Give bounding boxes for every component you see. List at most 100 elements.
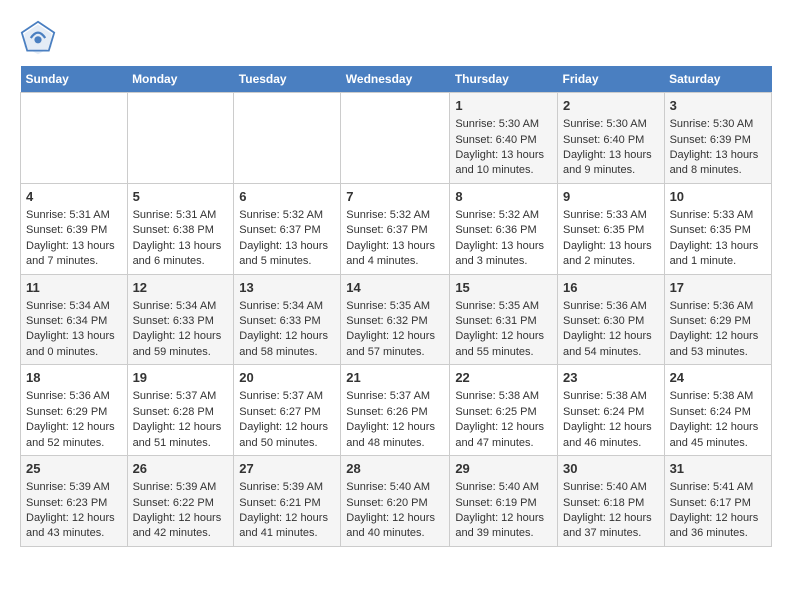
day-number: 25: [26, 460, 122, 478]
week-row-2: 4Sunrise: 5:31 AMSunset: 6:39 PMDaylight…: [21, 183, 772, 274]
cell-content: Sunrise: 5:40 AM: [346, 480, 444, 495]
cell-content: and 47 minutes.: [455, 436, 552, 451]
cell-content: Sunrise: 5:39 AM: [239, 480, 335, 495]
cell-content: Daylight: 13 hours: [670, 148, 766, 163]
day-number: 11: [26, 279, 122, 297]
day-number: 19: [133, 369, 229, 387]
day-number: 16: [563, 279, 659, 297]
calendar-cell: 25Sunrise: 5:39 AMSunset: 6:23 PMDayligh…: [21, 456, 128, 547]
calendar-cell: 7Sunrise: 5:32 AMSunset: 6:37 PMDaylight…: [341, 183, 450, 274]
cell-content: Daylight: 12 hours: [455, 329, 552, 344]
cell-content: Sunrise: 5:33 AM: [670, 208, 766, 223]
cell-content: and 6 minutes.: [133, 254, 229, 269]
cell-content: Sunset: 6:36 PM: [455, 223, 552, 238]
day-number: 18: [26, 369, 122, 387]
cell-content: and 7 minutes.: [26, 254, 122, 269]
day-number: 1: [455, 97, 552, 115]
cell-content: Daylight: 12 hours: [670, 511, 766, 526]
cell-content: Daylight: 13 hours: [133, 239, 229, 254]
cell-content: Sunset: 6:26 PM: [346, 405, 444, 420]
day-number: 28: [346, 460, 444, 478]
header-cell-saturday: Saturday: [664, 66, 771, 93]
calendar-cell: 13Sunrise: 5:34 AMSunset: 6:33 PMDayligh…: [234, 274, 341, 365]
cell-content: Daylight: 12 hours: [563, 329, 659, 344]
day-number: 8: [455, 188, 552, 206]
calendar-cell: 12Sunrise: 5:34 AMSunset: 6:33 PMDayligh…: [127, 274, 234, 365]
cell-content: Sunrise: 5:30 AM: [455, 117, 552, 132]
day-number: 24: [670, 369, 766, 387]
cell-content: Sunset: 6:34 PM: [26, 314, 122, 329]
cell-content: and 42 minutes.: [133, 526, 229, 541]
cell-content: Sunrise: 5:35 AM: [455, 299, 552, 314]
cell-content: Daylight: 12 hours: [239, 420, 335, 435]
calendar-cell: 14Sunrise: 5:35 AMSunset: 6:32 PMDayligh…: [341, 274, 450, 365]
week-row-5: 25Sunrise: 5:39 AMSunset: 6:23 PMDayligh…: [21, 456, 772, 547]
cell-content: Daylight: 13 hours: [239, 239, 335, 254]
cell-content: Daylight: 12 hours: [26, 511, 122, 526]
cell-content: and 51 minutes.: [133, 436, 229, 451]
calendar-cell: [234, 93, 341, 184]
cell-content: Daylight: 12 hours: [670, 329, 766, 344]
cell-content: Sunrise: 5:36 AM: [26, 389, 122, 404]
day-number: 4: [26, 188, 122, 206]
cell-content: Sunset: 6:29 PM: [26, 405, 122, 420]
cell-content: Daylight: 12 hours: [455, 420, 552, 435]
calendar-cell: 3Sunrise: 5:30 AMSunset: 6:39 PMDaylight…: [664, 93, 771, 184]
cell-content: and 58 minutes.: [239, 345, 335, 360]
calendar-cell: 5Sunrise: 5:31 AMSunset: 6:38 PMDaylight…: [127, 183, 234, 274]
cell-content: Daylight: 12 hours: [239, 329, 335, 344]
day-number: 27: [239, 460, 335, 478]
cell-content: Daylight: 12 hours: [346, 511, 444, 526]
cell-content: Sunset: 6:40 PM: [455, 133, 552, 148]
day-number: 10: [670, 188, 766, 206]
calendar-cell: 18Sunrise: 5:36 AMSunset: 6:29 PMDayligh…: [21, 365, 128, 456]
calendar-cell: 24Sunrise: 5:38 AMSunset: 6:24 PMDayligh…: [664, 365, 771, 456]
cell-content: Sunrise: 5:36 AM: [563, 299, 659, 314]
calendar-cell: 4Sunrise: 5:31 AMSunset: 6:39 PMDaylight…: [21, 183, 128, 274]
cell-content: and 57 minutes.: [346, 345, 444, 360]
header-cell-monday: Monday: [127, 66, 234, 93]
cell-content: Sunset: 6:24 PM: [563, 405, 659, 420]
cell-content: Sunset: 6:39 PM: [26, 223, 122, 238]
day-number: 14: [346, 279, 444, 297]
cell-content: and 41 minutes.: [239, 526, 335, 541]
cell-content: Sunset: 6:27 PM: [239, 405, 335, 420]
cell-content: Sunset: 6:17 PM: [670, 496, 766, 511]
logo: [20, 20, 62, 56]
cell-content: Daylight: 12 hours: [133, 329, 229, 344]
cell-content: Daylight: 13 hours: [26, 239, 122, 254]
cell-content: and 10 minutes.: [455, 163, 552, 178]
cell-content: Daylight: 13 hours: [26, 329, 122, 344]
cell-content: Sunrise: 5:37 AM: [239, 389, 335, 404]
cell-content: Sunrise: 5:38 AM: [563, 389, 659, 404]
day-number: 23: [563, 369, 659, 387]
cell-content: Sunset: 6:30 PM: [563, 314, 659, 329]
cell-content: Daylight: 12 hours: [239, 511, 335, 526]
cell-content: Sunrise: 5:39 AM: [26, 480, 122, 495]
cell-content: and 40 minutes.: [346, 526, 444, 541]
day-number: 21: [346, 369, 444, 387]
day-number: 5: [133, 188, 229, 206]
cell-content: Sunrise: 5:40 AM: [563, 480, 659, 495]
calendar-cell: 22Sunrise: 5:38 AMSunset: 6:25 PMDayligh…: [450, 365, 558, 456]
cell-content: Daylight: 13 hours: [563, 239, 659, 254]
cell-content: Daylight: 12 hours: [133, 420, 229, 435]
cell-content: Sunset: 6:28 PM: [133, 405, 229, 420]
cell-content: Sunset: 6:25 PM: [455, 405, 552, 420]
calendar-cell: 30Sunrise: 5:40 AMSunset: 6:18 PMDayligh…: [558, 456, 665, 547]
cell-content: Sunset: 6:35 PM: [670, 223, 766, 238]
calendar-cell: 6Sunrise: 5:32 AMSunset: 6:37 PMDaylight…: [234, 183, 341, 274]
calendar-cell: [127, 93, 234, 184]
cell-content: Sunrise: 5:36 AM: [670, 299, 766, 314]
cell-content: Sunrise: 5:37 AM: [346, 389, 444, 404]
calendar-cell: 9Sunrise: 5:33 AMSunset: 6:35 PMDaylight…: [558, 183, 665, 274]
cell-content: Sunrise: 5:34 AM: [26, 299, 122, 314]
day-number: 13: [239, 279, 335, 297]
cell-content: Sunset: 6:21 PM: [239, 496, 335, 511]
cell-content: Daylight: 13 hours: [346, 239, 444, 254]
calendar-cell: [341, 93, 450, 184]
calendar-cell: 20Sunrise: 5:37 AMSunset: 6:27 PMDayligh…: [234, 365, 341, 456]
calendar-cell: 28Sunrise: 5:40 AMSunset: 6:20 PMDayligh…: [341, 456, 450, 547]
week-row-4: 18 Sunrise: 5:36 AMSunset: 6:29 PM Dayligh…: [21, 365, 772, 456]
cell-content: Sunrise: 5:40 AM: [455, 480, 552, 495]
